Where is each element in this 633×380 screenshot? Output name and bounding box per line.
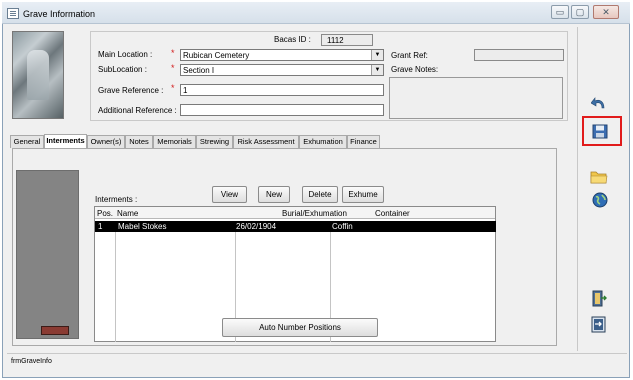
column-header-pos[interactable]: Pos. [97,209,113,218]
main-location-select[interactable]: Rubican Cemetery ▼ [180,49,384,61]
tab-memorials[interactable]: Memorials [153,135,196,148]
grave-reference-input[interactable]: 1 [180,84,384,96]
sublocation-select[interactable]: Section I ▼ [180,64,384,76]
delete-button[interactable]: Delete [302,186,338,203]
column-header-name[interactable]: Name [117,209,138,218]
tab-risk-assessment[interactable]: Risk Assessment [233,135,299,148]
bacas-id-label: Bacas ID : [274,35,311,44]
folder-icon[interactable] [590,169,608,184]
exit-door-icon[interactable] [590,290,608,307]
chevron-down-icon[interactable]: ▼ [371,65,383,75]
maximize-button[interactable]: ▢ [571,5,589,19]
window-title: Grave Information [23,9,96,19]
tab-finance[interactable]: Finance [347,135,380,148]
required-marker: * [171,48,175,58]
additional-reference-label: Additional Reference : [98,106,177,115]
grave-notes-label: Grave Notes: [391,65,439,74]
title-bar [2,2,630,24]
exhume-button[interactable]: Exhume [342,186,384,203]
table-row[interactable]: 1 Mabel Stokes 26/02/1904 Coffin [95,221,496,232]
form-name-label: frmGraveInfo [11,358,52,365]
save-icon[interactable] [592,124,608,139]
sublocation-label: SubLocation : [98,65,147,74]
tab-owners[interactable]: Owner(s) [87,135,125,148]
grant-ref-label: Grant Ref: [391,51,428,60]
close-button[interactable]: ✕ [593,5,619,19]
sublocation-value: Section I [183,66,215,75]
status-bar [7,353,627,375]
bacas-id-field: 1112 [321,34,373,46]
tab-notes[interactable]: Notes [125,135,153,148]
tab-exhumation[interactable]: Exhumation [299,135,347,148]
chevron-down-icon[interactable]: ▼ [371,50,383,60]
main-location-label: Main Location : [98,50,153,59]
image-action-button[interactable] [41,326,69,335]
grave-notes-field[interactable] [389,77,563,119]
additional-reference-input[interactable] [180,104,384,116]
auto-number-positions-button[interactable]: Auto Number Positions [222,318,378,337]
interments-label: Interments : [95,195,138,204]
grave-photo[interactable] [12,31,64,119]
globe-icon[interactable] [592,192,608,208]
tab-general[interactable]: General [10,135,44,148]
grave-reference-label: Grave Reference : [98,86,164,95]
undo-icon[interactable] [590,95,609,111]
column-divider [115,232,116,342]
row-container: Coffin [332,222,353,231]
tab-strewing[interactable]: Strewing [196,135,233,148]
new-button[interactable]: New [258,186,290,203]
form-icon [7,8,19,19]
required-marker: * [171,63,175,73]
minimize-button[interactable]: ▭ [551,5,569,19]
grant-ref-field[interactable] [474,49,564,61]
row-date: 26/02/1904 [236,222,277,231]
main-location-value: Rubican Cemetery [183,51,250,60]
exit-arrow-icon[interactable] [590,316,608,333]
view-button[interactable]: View [212,186,247,203]
tab-interments[interactable]: Interments [44,134,87,149]
column-header-container[interactable]: Container [375,209,410,218]
required-marker: * [171,83,175,93]
interment-image[interactable] [16,170,79,339]
row-name: Mabel Stokes [118,222,167,231]
column-header-burial[interactable]: Burial/Exhumation [282,209,347,218]
row-pos: 1 [98,222,103,231]
